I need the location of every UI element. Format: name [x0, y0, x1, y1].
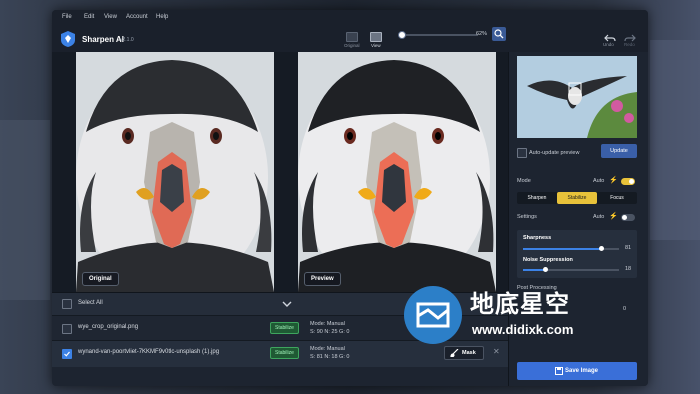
row-mode: Mode: Manual [310, 321, 345, 327]
watermark-title: 地底星空 [470, 290, 570, 318]
select-all-checkbox[interactable] [62, 299, 72, 309]
redo-button[interactable]: Redo [624, 30, 636, 48]
row-filename: wynand-van-poortvliet-7KKMF9v0tlc-unspla… [78, 349, 220, 355]
zoom-slider[interactable] [398, 34, 478, 36]
auto-update-label: Auto-update preview [529, 150, 580, 156]
noise-knob[interactable] [543, 267, 548, 272]
settings-panel: Sharpness 81 Noise Suppression 18 [517, 230, 637, 278]
brush-icon [450, 349, 459, 357]
menu-bar: File Edit View Account Help [52, 10, 648, 26]
navigator-thumbnail[interactable] [517, 56, 637, 138]
row-values: S: 90 N: 25 G: 0 [310, 329, 350, 335]
puffin-preview-image [298, 52, 496, 292]
row-mode-info: Mode: Manual S: 81 N: 18 G: 0 [310, 345, 349, 361]
menu-help[interactable]: Help [156, 14, 168, 20]
noise-value: 18 [625, 266, 632, 272]
image-viewer[interactable]: Original Preview [52, 52, 508, 292]
split-view-icon[interactable] [370, 32, 382, 42]
mode-label: Mode [517, 178, 531, 184]
row-checkbox[interactable] [62, 324, 72, 334]
zoom-level: 62% [476, 31, 488, 37]
undo-button[interactable]: Undo [603, 30, 616, 48]
mode-auto-toggle[interactable] [621, 178, 635, 185]
row-mode: Mode: Manual [310, 346, 345, 352]
lightning-icon: ⚡ [609, 213, 618, 220]
settings-label: Settings [517, 214, 537, 220]
magnifier-icon [494, 29, 504, 39]
watermark-url: www.didixk.com [472, 322, 574, 337]
tab-focus[interactable]: Focus [597, 192, 637, 204]
watermark: 地底星空 www.didixk.com [404, 284, 624, 348]
tab-sharpen[interactable]: Sharpen [517, 192, 557, 204]
update-button[interactable]: Update [601, 144, 637, 158]
settings-auto-toggle[interactable] [621, 214, 635, 221]
sharpness-knob[interactable] [599, 246, 604, 251]
sharpness-label: Sharpness [523, 235, 552, 241]
row-values: S: 81 N: 18 G: 0 [310, 354, 350, 360]
chevron-down-icon[interactable] [282, 300, 292, 308]
mode-tabs: Sharpen Stabilize Focus [517, 192, 637, 204]
toolbar: Sharpen AI v2.1.0 Original View 62% Undo… [52, 26, 648, 53]
close-icon[interactable]: ✕ [493, 347, 500, 356]
original-view-icon[interactable] [346, 32, 358, 42]
row-filename: wye_crop_original.png [78, 324, 139, 330]
menu-account[interactable]: Account [126, 14, 148, 20]
auto-update-checkbox[interactable] [517, 148, 527, 158]
row-checkbox[interactable] [62, 349, 72, 359]
save-image-button[interactable]: Save Image [517, 362, 637, 380]
original-label: Original [82, 272, 119, 286]
menu-edit[interactable]: Edit [84, 14, 94, 20]
zoom-slider-knob[interactable] [398, 31, 406, 39]
app-version: v2.1.0 [120, 37, 134, 43]
watermark-logo [404, 286, 462, 344]
noise-label: Noise Suppression [523, 257, 573, 263]
mask-button[interactable]: Mask [444, 346, 484, 360]
envelope-icon [416, 302, 450, 328]
save-image-label: Save Image [565, 368, 599, 374]
preview-panel[interactable]: Preview [298, 52, 496, 292]
preview-label: Preview [304, 272, 341, 286]
zoom-button[interactable] [492, 27, 506, 41]
settings-auto-label: Auto [593, 214, 605, 220]
puffin-original-image [76, 52, 274, 292]
redo-label: Redo [624, 42, 635, 47]
original-panel[interactable]: Original [76, 52, 274, 292]
mode-badge: Stabilize [270, 347, 299, 359]
mode-badge: Stabilize [270, 322, 299, 334]
check-icon [64, 351, 70, 357]
menu-file[interactable]: File [62, 14, 72, 20]
undo-label: Undo [603, 42, 614, 47]
sharpness-fill [523, 248, 601, 250]
sharpen-logo-icon [61, 31, 75, 47]
mask-label: Mask [462, 350, 476, 356]
noise-fill [523, 269, 545, 271]
menu-view[interactable]: View [104, 14, 117, 20]
original-view-label: Original [344, 43, 360, 48]
sharpness-value: 81 [625, 245, 632, 251]
lightning-icon: ⚡ [609, 177, 618, 184]
mode-auto-label: Auto [593, 178, 605, 184]
app-name: Sharpen AI [82, 35, 124, 44]
puffin-thumbnail-image [517, 56, 637, 138]
split-view-label: View [371, 43, 381, 48]
select-all-label: Select All [78, 300, 103, 306]
row-mode-info: Mode: Manual S: 90 N: 25 G: 0 [310, 320, 349, 336]
save-icon [555, 367, 563, 375]
tab-stabilize[interactable]: Stabilize [557, 192, 597, 204]
